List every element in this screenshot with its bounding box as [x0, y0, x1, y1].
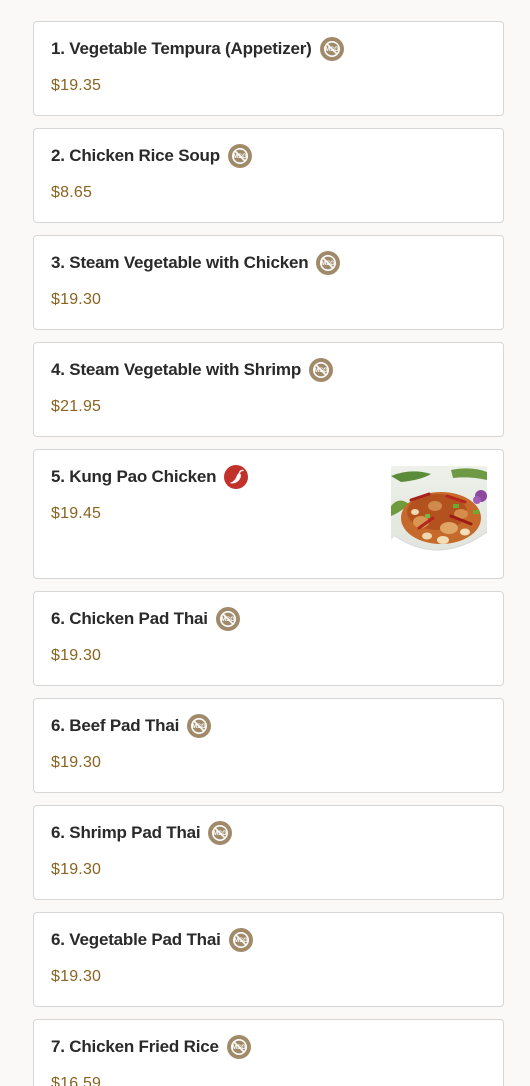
menu-item-title-row: 3. Steam Vegetable with Chicken MSG	[51, 251, 341, 275]
menu-item-name: 5. Kung Pao Chicken	[51, 467, 217, 486]
menu-item-card[interactable]: 6. Vegetable Pad Thai MSG $19.30	[33, 912, 504, 1007]
menu-item-price: $19.30	[51, 861, 102, 878]
dish-photo-illustration	[391, 466, 487, 562]
menu-item-price: $21.95	[51, 398, 102, 415]
menu-item-card[interactable]: 3. Steam Vegetable with Chicken MSG $19.…	[33, 235, 504, 330]
no-msg-icon: MSG	[316, 251, 341, 275]
menu-item-name: 6. Shrimp Pad Thai	[51, 823, 201, 842]
menu-item-card[interactable]: 5. Kung Pao Chicken $19.45	[33, 449, 504, 579]
menu-item-title-row: 1. Vegetable Tempura (Appetizer) MSG	[51, 37, 344, 61]
menu-item-price: $19.45	[51, 505, 102, 522]
no-msg-icon: MSG	[227, 144, 252, 168]
menu-item-card[interactable]: 7. Chicken Fried Rice MSG $16.59	[33, 1019, 504, 1086]
menu-item-price: $19.30	[51, 291, 102, 308]
no-msg-icon: MSG	[215, 607, 240, 631]
no-msg-icon: MSG	[208, 821, 233, 845]
menu-item-price: $8.65	[51, 184, 93, 201]
menu-item-title-row: 6. Beef Pad Thai MSG	[51, 714, 212, 738]
menu-item-price: $19.35	[51, 77, 102, 94]
menu-item-name: 6. Chicken Pad Thai	[51, 609, 208, 628]
menu-item-title-row: 6. Chicken Pad Thai MSG	[51, 607, 240, 631]
menu-item-card[interactable]: 6. Shrimp Pad Thai MSG $19.30	[33, 805, 504, 900]
menu-item-card[interactable]: 6. Chicken Pad Thai MSG $19.30	[33, 591, 504, 686]
menu-item-title-row: 5. Kung Pao Chicken	[51, 465, 249, 489]
no-msg-icon: MSG	[228, 928, 253, 952]
menu-item-card[interactable]: 6. Beef Pad Thai MSG $19.30	[33, 698, 504, 793]
menu-item-name: 4. Steam Vegetable with Shrimp	[51, 360, 302, 379]
menu-item-name: 1. Vegetable Tempura (Appetizer)	[51, 39, 312, 58]
no-msg-icon: MSG	[226, 1035, 251, 1059]
no-msg-icon: MSG	[319, 37, 344, 61]
menu-item-title-row: 6. Shrimp Pad Thai MSG	[51, 821, 233, 845]
menu-item-title-row: 7. Chicken Fried Rice MSG	[51, 1035, 251, 1059]
menu-item-name: 7. Chicken Fried Rice	[51, 1037, 219, 1056]
no-msg-icon: MSG	[187, 714, 212, 738]
menu-item-price: $19.30	[51, 754, 102, 771]
menu-item-card[interactable]: 2. Chicken Rice Soup MSG $8.65	[33, 128, 504, 223]
menu-item-title-row: 4. Steam Vegetable with Shrimp MSG	[51, 358, 334, 382]
menu-item-name: 6. Vegetable Pad Thai	[51, 930, 221, 949]
menu-item-name: 6. Beef Pad Thai	[51, 716, 180, 735]
menu-item-price: $19.30	[51, 647, 102, 664]
menu-item-title-row: 6. Vegetable Pad Thai MSG	[51, 928, 253, 952]
menu-item-price: $16.59	[51, 1075, 102, 1086]
no-msg-icon: MSG	[309, 358, 334, 382]
menu-item-name: 3. Steam Vegetable with Chicken	[51, 253, 309, 272]
menu-item-card[interactable]: 1. Vegetable Tempura (Appetizer) MSG $19…	[33, 21, 504, 116]
chili-pepper-icon	[224, 465, 249, 489]
menu-item-title-row: 2. Chicken Rice Soup MSG	[51, 144, 252, 168]
menu-item-name: 2. Chicken Rice Soup	[51, 146, 220, 165]
menu-item-price: $19.30	[51, 968, 102, 985]
kung-pao-chicken-photo	[391, 466, 487, 562]
menu-item-card[interactable]: 4. Steam Vegetable with Shrimp MSG $21.9…	[33, 342, 504, 437]
menu-item-list: 1. Vegetable Tempura (Appetizer) MSG $19…	[0, 0, 530, 1086]
